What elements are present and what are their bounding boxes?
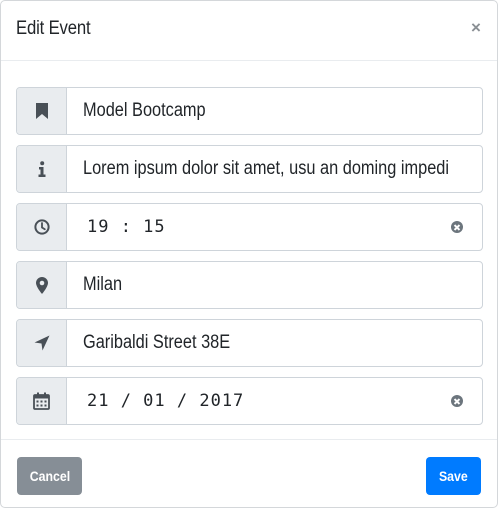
- edit-event-modal: Edit Event × Model Bootcamp Lorem ipsum …: [0, 0, 498, 508]
- location-arrow-icon: [17, 320, 67, 366]
- clear-time-icon[interactable]: [451, 221, 463, 233]
- modal-title: Edit Event: [16, 18, 91, 39]
- clear-date-icon[interactable]: [451, 395, 463, 407]
- event-city-input[interactable]: Milan: [83, 262, 468, 308]
- event-city-group: Milan: [16, 261, 483, 309]
- event-description-input[interactable]: Lorem ipsum dolor sit amet, usu an domin…: [83, 146, 468, 192]
- calendar-icon: [17, 378, 67, 424]
- event-date-input[interactable]: 21 / 01 / 2017: [87, 378, 468, 424]
- clock-icon: [17, 204, 67, 250]
- bookmark-icon: [17, 88, 67, 134]
- close-icon[interactable]: ×: [469, 19, 483, 36]
- modal-footer: Cancel Save: [1, 439, 497, 507]
- event-date-group: 21 / 01 / 2017: [16, 377, 483, 425]
- event-address-input[interactable]: Garibaldi Street 38E: [83, 320, 468, 366]
- event-description-group: Lorem ipsum dolor sit amet, usu an domin…: [16, 145, 483, 193]
- event-name-input[interactable]: Model Bootcamp: [83, 88, 468, 134]
- map-marker-icon: [17, 262, 67, 308]
- event-time-group: 19 : 15: [16, 203, 483, 251]
- event-address-group: Garibaldi Street 38E: [16, 319, 483, 367]
- modal-header: Edit Event ×: [1, 1, 497, 61]
- event-time-input[interactable]: 19 : 15: [87, 204, 468, 250]
- info-icon: [17, 146, 67, 192]
- save-button[interactable]: Save: [426, 457, 481, 495]
- event-name-group: Model Bootcamp: [16, 87, 483, 135]
- cancel-button[interactable]: Cancel: [17, 457, 82, 495]
